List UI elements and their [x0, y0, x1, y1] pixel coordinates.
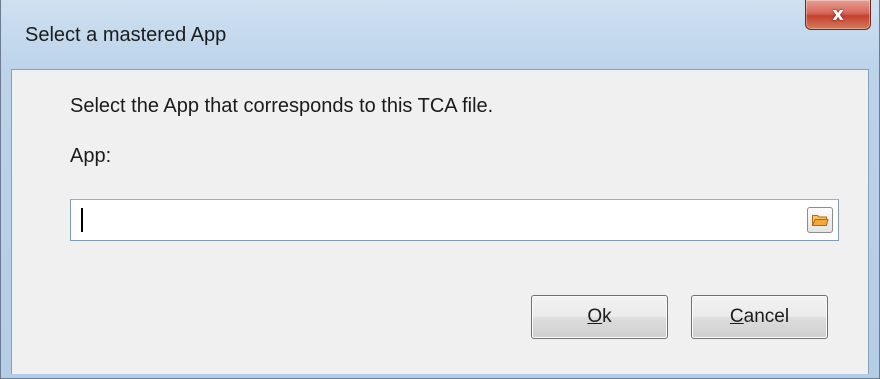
dialog-window: Select a mastered App x Select the App t… [0, 0, 880, 379]
close-button[interactable]: x [805, 0, 871, 30]
folder-open-icon [811, 215, 829, 226]
cancel-button[interactable]: Cancel [691, 295, 828, 339]
instruction-text: Select the App that corresponds to this … [70, 95, 494, 117]
window-title: Select a mastered App [25, 24, 227, 46]
close-icon: x [832, 3, 844, 25]
text-caret [81, 208, 83, 232]
ok-mnemonic: O [587, 306, 603, 327]
cancel-label: ancel [743, 306, 790, 327]
app-field[interactable] [70, 199, 839, 241]
browse-button[interactable] [807, 207, 833, 233]
app-input[interactable] [75, 203, 795, 237]
dialog-body: Select the App that corresponds to this … [11, 69, 869, 374]
ok-button[interactable]: Ok [531, 295, 668, 339]
title-bar[interactable]: Select a mastered App x [1, 0, 879, 70]
app-label: App: [70, 145, 112, 167]
ok-label: k [602, 306, 612, 327]
cancel-mnemonic: C [729, 306, 744, 327]
